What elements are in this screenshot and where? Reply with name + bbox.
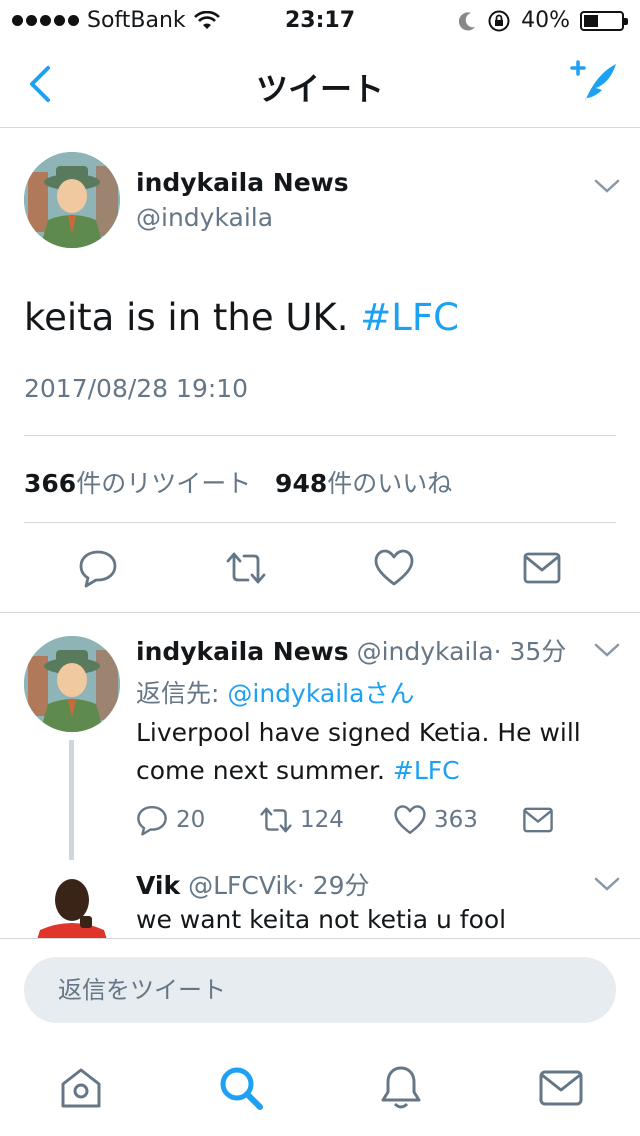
reply-handle[interactable]: @indykaila	[357, 637, 494, 666]
battery-percent: 40%	[521, 8, 570, 33]
nav-bar: ツイート	[0, 40, 640, 128]
bell-icon[interactable]	[377, 1064, 425, 1112]
reply-author-avatar[interactable]	[24, 636, 120, 732]
chevron-down-icon[interactable]	[594, 876, 620, 892]
reply-header: Vik @LFCVik· 29分	[136, 866, 370, 902]
compose-tweet-icon[interactable]	[566, 58, 618, 108]
tweet-body: keita is in the UK.	[24, 296, 349, 339]
reply-header: indykaila News @indykaila· 35分	[136, 632, 566, 668]
divider	[24, 435, 616, 436]
reply-icon	[137, 806, 167, 836]
heart-icon	[394, 805, 426, 834]
reply-dm-button[interactable]	[522, 804, 554, 836]
reply-author-avatar[interactable]	[24, 860, 120, 956]
divider	[24, 522, 616, 523]
reply-display-name[interactable]: indykaila News	[136, 637, 349, 666]
like-label: 件のいいね	[327, 469, 453, 498]
tweet-timestamp: 2017/08/28 19:10	[24, 374, 249, 403]
hashtag-link[interactable]: #LFC	[360, 296, 459, 339]
retweet-icon	[260, 807, 292, 833]
tweet-text: keita is in the UK. #LFC	[24, 296, 459, 339]
tweet-actions	[0, 540, 640, 596]
page-title: ツイート	[255, 70, 384, 108]
status-right: 40%	[459, 8, 628, 33]
author-handle[interactable]: @indykaila	[136, 203, 273, 232]
reply-retweet-button[interactable]: 124	[260, 804, 344, 836]
reply-like-button[interactable]: 363	[394, 804, 478, 836]
chevron-down-icon[interactable]	[594, 642, 620, 658]
hashtag-link[interactable]: #LFC	[393, 756, 460, 785]
reply-to-line: 返信先: @indykailaさん	[136, 674, 414, 710]
reply-icon[interactable]	[78, 548, 118, 588]
likes-stat[interactable]: 948件のいいね	[275, 469, 452, 498]
reply-text: Liverpool have signed Ketia. He will com…	[136, 714, 616, 790]
reply-body: Liverpool have signed Ketia. He will com…	[136, 718, 581, 785]
reply-to-prefix: 返信先:	[136, 679, 228, 708]
retweet-count: 124	[300, 807, 344, 833]
rotation-lock-icon	[488, 10, 510, 31]
reply-time: · 35分	[493, 637, 567, 666]
battery-icon	[580, 10, 628, 31]
retweet-label: 件のリツイート	[76, 469, 252, 498]
chevron-down-icon[interactable]	[594, 178, 620, 194]
author-display-name[interactable]: indykaila News	[136, 168, 349, 197]
tweet-stats: 366件のリツイート 948件のいいね	[24, 464, 452, 500]
reply-body: we want keita not ketia u fool	[136, 905, 507, 934]
envelope-icon	[523, 807, 553, 833]
reply-composer-bar	[0, 938, 640, 1038]
reply-reply-button[interactable]: 20	[136, 804, 205, 836]
author-avatar[interactable]	[24, 152, 120, 248]
retweet-count: 366	[24, 469, 77, 498]
envelope-icon[interactable]	[522, 548, 562, 588]
retweet-icon[interactable]	[226, 548, 266, 588]
reply-time: · 29分	[296, 871, 370, 900]
thread-line	[69, 740, 74, 864]
reply-input[interactable]	[24, 957, 616, 1023]
tab-bar	[0, 1038, 640, 1136]
reply-count: 20	[176, 807, 206, 833]
reply-text: we want keita not ketia u fool	[136, 901, 616, 938]
reply-handle[interactable]: @LFCVik	[188, 871, 297, 900]
heart-icon[interactable]	[374, 548, 414, 588]
envelope-icon[interactable]	[537, 1064, 585, 1112]
moon-icon	[459, 11, 476, 30]
like-count: 363	[434, 807, 478, 833]
retweets-stat[interactable]: 366件のリツイート	[24, 469, 251, 498]
search-icon[interactable]	[217, 1064, 265, 1112]
home-icon[interactable]	[57, 1064, 105, 1112]
divider	[0, 612, 640, 613]
reply-actions: 20 124 363	[136, 804, 576, 840]
like-count: 948	[275, 469, 328, 498]
reply-to-link[interactable]: @indykailaさん	[227, 679, 414, 708]
status-bar: SoftBank 23:17 40%	[0, 0, 640, 40]
reply-display-name[interactable]: Vik	[136, 871, 180, 900]
